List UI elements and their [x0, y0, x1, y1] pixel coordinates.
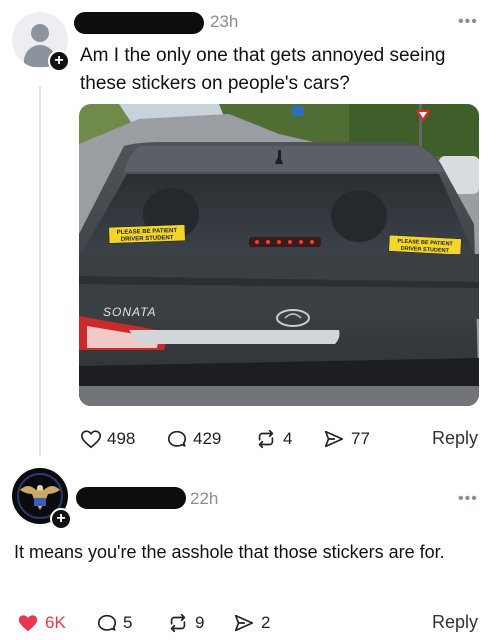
post-action-bar: 498 429 4 77 Reply — [0, 424, 500, 454]
speech-bubble-icon — [167, 430, 187, 447]
speech-bubble-icon — [97, 614, 117, 631]
post-share-button[interactable]: 77 — [322, 424, 370, 454]
comment-reply-link[interactable]: Reply — [432, 612, 478, 633]
follow-plus-icon[interactable]: + — [48, 50, 70, 72]
comment-timestamp: 22h — [190, 489, 219, 508]
post-comment-button[interactable]: 429 — [166, 424, 221, 454]
post-repost-count: 4 — [283, 429, 293, 448]
comment-like-count: 6K — [45, 613, 66, 632]
post-more-options-icon[interactable]: ••• — [458, 13, 478, 31]
comment-comment-button[interactable]: 5 — [96, 608, 132, 638]
comment-repost-count: 9 — [195, 613, 205, 632]
comment-comment-count: 5 — [123, 613, 133, 632]
comment-more-options-icon[interactable]: ••• — [458, 490, 478, 508]
comment-action-bar: 6K 5 9 2 Reply — [0, 608, 500, 638]
post-timestamp: 23h — [210, 12, 239, 31]
comment-like-button[interactable]: 6K — [16, 608, 66, 638]
post-comment-count: 429 — [193, 429, 222, 448]
commenter-name-redacted[interactable] — [76, 487, 186, 509]
post-author-name-redacted[interactable] — [74, 12, 204, 34]
post-photo[interactable]: PLEASE BE PATIENT DRIVER STUDENT PLEASE … — [79, 104, 479, 406]
send-paper-plane-icon — [234, 614, 254, 632]
post-like-button[interactable]: 498 — [80, 424, 135, 454]
post-like-count: 498 — [107, 429, 136, 448]
car-model-badge: SONATA — [103, 305, 157, 319]
send-paper-plane-icon — [324, 430, 344, 448]
comment-repost-button[interactable]: 9 — [166, 608, 204, 638]
post-reply-link[interactable]: Reply — [432, 428, 478, 449]
post-text: Am I the only one that gets annoyed seei… — [80, 45, 446, 94]
comment-share-button[interactable]: 2 — [232, 608, 270, 638]
post-share-count: 77 — [351, 429, 370, 448]
post-repost-button[interactable]: 4 — [254, 424, 292, 454]
heart-filled-icon — [18, 615, 38, 632]
repost-arrows-icon — [170, 613, 186, 633]
comment-text: It means you're the asshole that those s… — [14, 542, 445, 562]
heart-icon — [81, 430, 101, 449]
repost-arrows-icon — [258, 429, 274, 449]
follow-commenter-plus-icon[interactable]: + — [50, 508, 72, 530]
thread-connector-line — [39, 86, 41, 456]
comment-share-count: 2 — [261, 613, 271, 632]
